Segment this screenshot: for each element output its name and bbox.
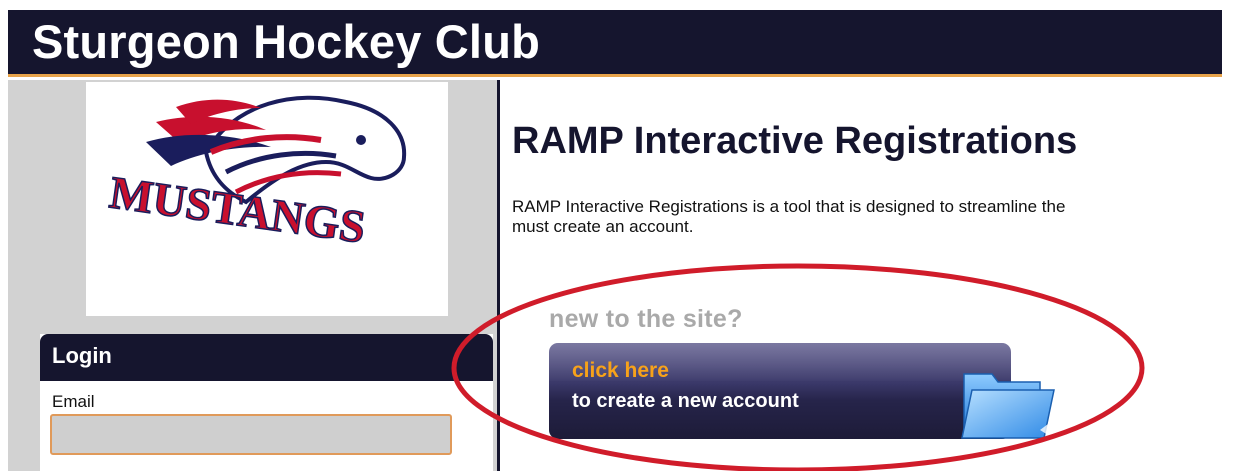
login-title: Login — [52, 343, 112, 368]
club-logo: MUSTANGS — [86, 82, 448, 316]
email-field[interactable] — [50, 414, 452, 455]
site-title: Sturgeon Hockey Club — [32, 15, 541, 68]
new-to-site-caption: new to the site? — [549, 305, 743, 333]
page-title: RAMP Interactive Registrations — [512, 120, 1078, 162]
site-header: Sturgeon Hockey Club — [8, 10, 1222, 77]
login-header: Login — [40, 334, 493, 381]
sidebar-divider — [497, 80, 500, 471]
create-account-label: to create a new account — [572, 390, 799, 412]
click-here-label: click here — [572, 359, 669, 382]
login-panel: Login Email — [40, 334, 493, 471]
intro-line-1: RAMP Interactive Registrations is a tool… — [512, 197, 1066, 216]
mustang-logo-icon: MUSTANGS — [106, 95, 407, 253]
email-label: Email — [52, 392, 95, 411]
folder-icon — [961, 373, 1056, 440]
intro-line-2: must create an account. — [512, 217, 694, 236]
create-account-button[interactable]: click here to create a new account — [549, 343, 1011, 439]
intro-paragraph: RAMP Interactive Registrations is a tool… — [512, 197, 1232, 237]
